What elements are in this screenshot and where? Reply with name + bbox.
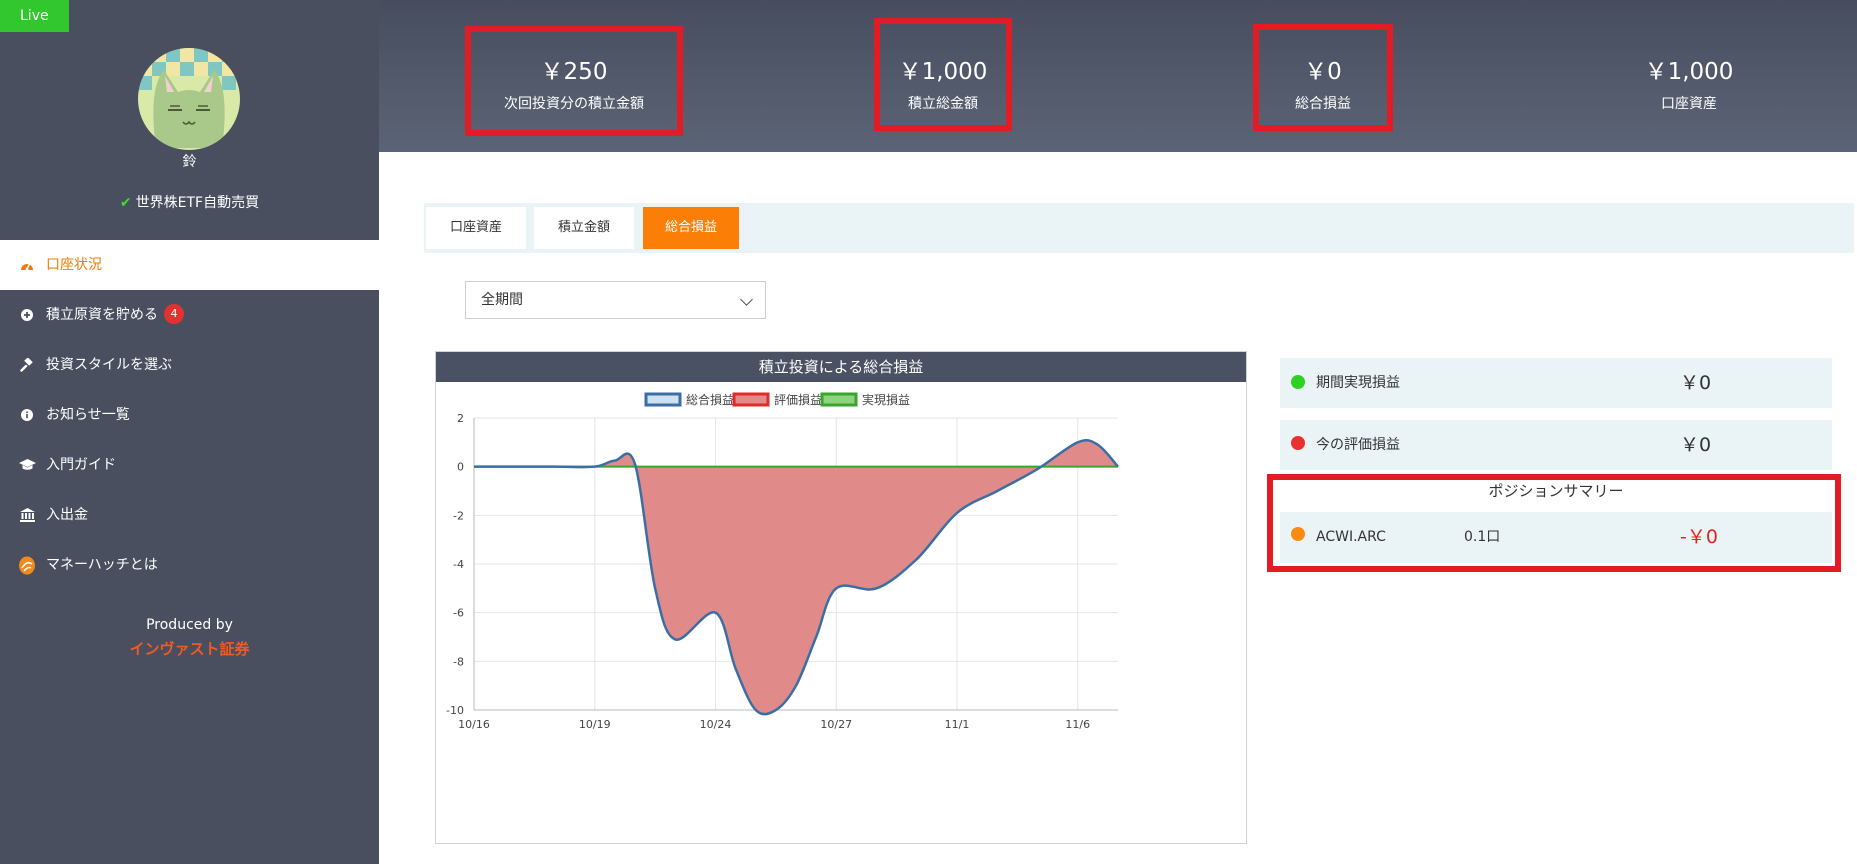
live-status-badge: Live xyxy=(0,0,69,32)
y-tick-label: -4 xyxy=(453,558,464,571)
x-tick-label: 11/6 xyxy=(1065,718,1090,731)
x-tick-label: 10/24 xyxy=(700,718,732,731)
notification-badge: 4 xyxy=(164,304,184,324)
stat-next-investment: ￥250 次回投資分の積立金額 xyxy=(465,0,683,152)
sidebar: Live 鈴 ✔ 世界株ETF自動売買 口座状況 積立原資を貯める 4 投資スタ… xyxy=(0,0,379,864)
period-select-value: 全期間 xyxy=(481,292,523,308)
gauge-icon xyxy=(16,240,38,290)
green-dot-icon xyxy=(1291,375,1305,389)
legend-label: 実現損益 xyxy=(862,392,910,407)
stat-value: ￥1,000 xyxy=(898,59,988,85)
tab-account-assets[interactable]: 口座資産 xyxy=(426,207,526,249)
position-summary-highlight-box xyxy=(1267,474,1841,572)
chevron-down-icon xyxy=(740,293,753,306)
app-root: Live 鈴 ✔ 世界株ETF自動売買 口座状況 積立原資を貯める 4 投資スタ… xyxy=(0,0,1857,864)
strategy-status: ✔ 世界株ETF自動売買 xyxy=(0,192,379,212)
legend-label: 評価損益 xyxy=(774,392,822,407)
bank-icon xyxy=(16,490,38,540)
produced-by-text: Produced by xyxy=(146,617,233,633)
realized-profit-label: 期間実現損益 xyxy=(1316,375,1400,391)
avatar[interactable] xyxy=(138,48,240,150)
tab-contribution[interactable]: 積立金額 xyxy=(534,207,634,249)
stat-value: ￥0 xyxy=(1304,59,1342,85)
legend-swatch xyxy=(732,392,770,407)
stat-value: ￥1,000 xyxy=(1644,59,1734,85)
header-stats-bar: ￥250 次回投資分の積立金額 ￥1,000 積立総金額 ￥0 総合損益 ￥1,… xyxy=(379,0,1857,152)
stat-account-assets: ￥1,000 口座資産 xyxy=(1609,0,1769,152)
x-tick-label: 10/27 xyxy=(820,718,852,731)
nav-item-save-funds[interactable]: 積立原資を貯める 4 xyxy=(0,290,379,340)
nav-label: お知らせ一覧 xyxy=(46,407,130,423)
unrealized-profit-row: 今の評価損益 ￥0 xyxy=(1280,420,1832,470)
y-tick-label: -2 xyxy=(453,509,464,522)
legend-swatch xyxy=(644,392,682,407)
nav-label: マネーハッチとは xyxy=(46,557,158,573)
gavel-icon xyxy=(16,340,38,390)
nav-label: 投資スタイルを選ぶ xyxy=(46,357,172,373)
nav-item-deposit-withdraw[interactable]: 入出金 xyxy=(0,490,379,540)
unrealized-profit-value: ￥0 xyxy=(1680,434,1712,456)
graduation-cap-icon xyxy=(16,440,38,490)
nav-label-wrap: 積立原資を貯める 4 xyxy=(46,290,184,340)
stat-label: 次回投資分の積立金額 xyxy=(504,96,644,112)
nav-item-account-status[interactable]: 口座状況 xyxy=(0,240,379,290)
stat-value: ￥250 xyxy=(540,59,608,85)
profit-loss-chart-panel: 積立投資による総合損益 2 0 -2 -4 -6 -8 -10 10/16 10/19 10/24… xyxy=(435,351,1247,844)
nav-item-about-moneyhatch[interactable]: マネーハッチとは xyxy=(0,540,379,590)
y-tick-label: 0 xyxy=(457,461,464,474)
stat-total-profit-loss: ￥0 総合損益 xyxy=(1253,0,1393,152)
nav-item-notices[interactable]: お知らせ一覧 xyxy=(0,390,379,440)
profit-loss-chart: 2 0 -2 -4 -6 -8 -1010/16 10/19 10/24 10/27 11/1 11/… xyxy=(446,392,1119,731)
moneyhatch-logo-icon xyxy=(16,540,38,590)
chart-tab-bar: 口座資産 積立金額 総合損益 xyxy=(424,203,1854,253)
check-icon: ✔ xyxy=(119,195,132,211)
x-tick-label: 10/19 xyxy=(579,718,611,731)
red-dot-icon xyxy=(1291,436,1305,450)
legend-label: 総合損益 xyxy=(686,392,734,407)
company-link[interactable]: インヴァスト証券 xyxy=(0,638,379,659)
stat-label: 総合損益 xyxy=(1295,96,1351,112)
stat-label: 口座資産 xyxy=(1661,96,1717,112)
realized-profit-row: 期間実現損益 ￥0 xyxy=(1280,358,1832,408)
nav-label: 口座状況 xyxy=(46,257,102,273)
y-tick-label: -10 xyxy=(446,704,464,717)
y-tick-label: -8 xyxy=(453,655,464,668)
chart-title: 積立投資による総合損益 xyxy=(436,352,1246,382)
stat-label: 積立総金額 xyxy=(908,96,978,112)
nav-label: 積立原資を貯める xyxy=(46,307,158,323)
realized-profit-value: ￥0 xyxy=(1680,372,1712,394)
info-circle-icon xyxy=(16,390,38,440)
user-name: 鈴 xyxy=(182,154,197,170)
nav-label: 入出金 xyxy=(46,507,88,523)
period-select[interactable]: 全期間 xyxy=(465,281,766,319)
unrealized-profit-label: 今の評価損益 xyxy=(1316,437,1400,453)
strategy-label: 世界株ETF自動売買 xyxy=(135,195,260,211)
plus-circle-icon xyxy=(16,290,38,340)
x-tick-label: 11/1 xyxy=(945,718,970,731)
nav-item-beginner-guide[interactable]: 入門ガイド xyxy=(0,440,379,490)
y-tick-label: -6 xyxy=(453,607,464,620)
nav-label: 入門ガイド xyxy=(46,457,116,473)
stat-total-contribution: ￥1,000 積立総金額 xyxy=(874,0,1012,152)
x-tick-label: 10/16 xyxy=(458,718,490,731)
legend-swatch xyxy=(820,392,858,407)
y-tick-label: 2 xyxy=(457,412,464,425)
nav-item-investment-style[interactable]: 投資スタイルを選ぶ xyxy=(0,340,379,390)
tab-total-profit-loss[interactable]: 総合損益 xyxy=(643,207,739,249)
series-area-unrealized xyxy=(474,440,1118,715)
